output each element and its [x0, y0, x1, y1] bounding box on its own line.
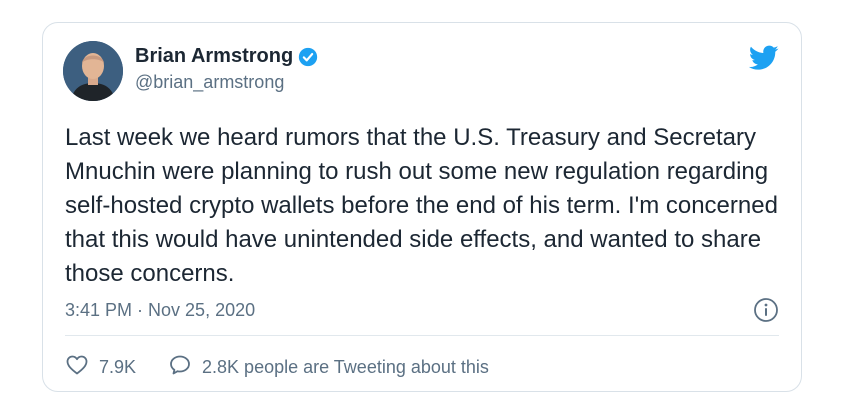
like-count: 7.9K: [99, 357, 137, 377]
twitter-bird-icon[interactable]: [748, 45, 779, 71]
divider: [65, 335, 779, 336]
verified-badge-icon: [298, 47, 318, 67]
tweet-timestamp[interactable]: 3:41 PM · Nov 25, 2020: [65, 300, 255, 321]
heart-icon: [65, 353, 89, 382]
author-handle[interactable]: @brian_armstrong: [135, 72, 318, 93]
info-icon[interactable]: [753, 297, 779, 323]
speech-bubble-icon: [168, 353, 192, 382]
tweet-card[interactable]: Brian Armstrong @brian_armstrong Last we…: [42, 22, 802, 392]
avatar[interactable]: [63, 41, 123, 101]
author-block: Brian Armstrong @brian_armstrong: [135, 45, 318, 93]
conversation-link[interactable]: 2.8K people are Tweeting about this: [168, 353, 489, 382]
like-button[interactable]: 7.9K: [65, 353, 136, 382]
tweet-text: Last week we heard rumors that the U.S. …: [65, 124, 778, 287]
author-name[interactable]: Brian Armstrong: [135, 45, 293, 68]
conversation-text: 2.8K people are Tweeting about this: [202, 357, 489, 377]
tweet-actions: 7.9K 2.8K people are Tweeting about this: [65, 353, 489, 382]
